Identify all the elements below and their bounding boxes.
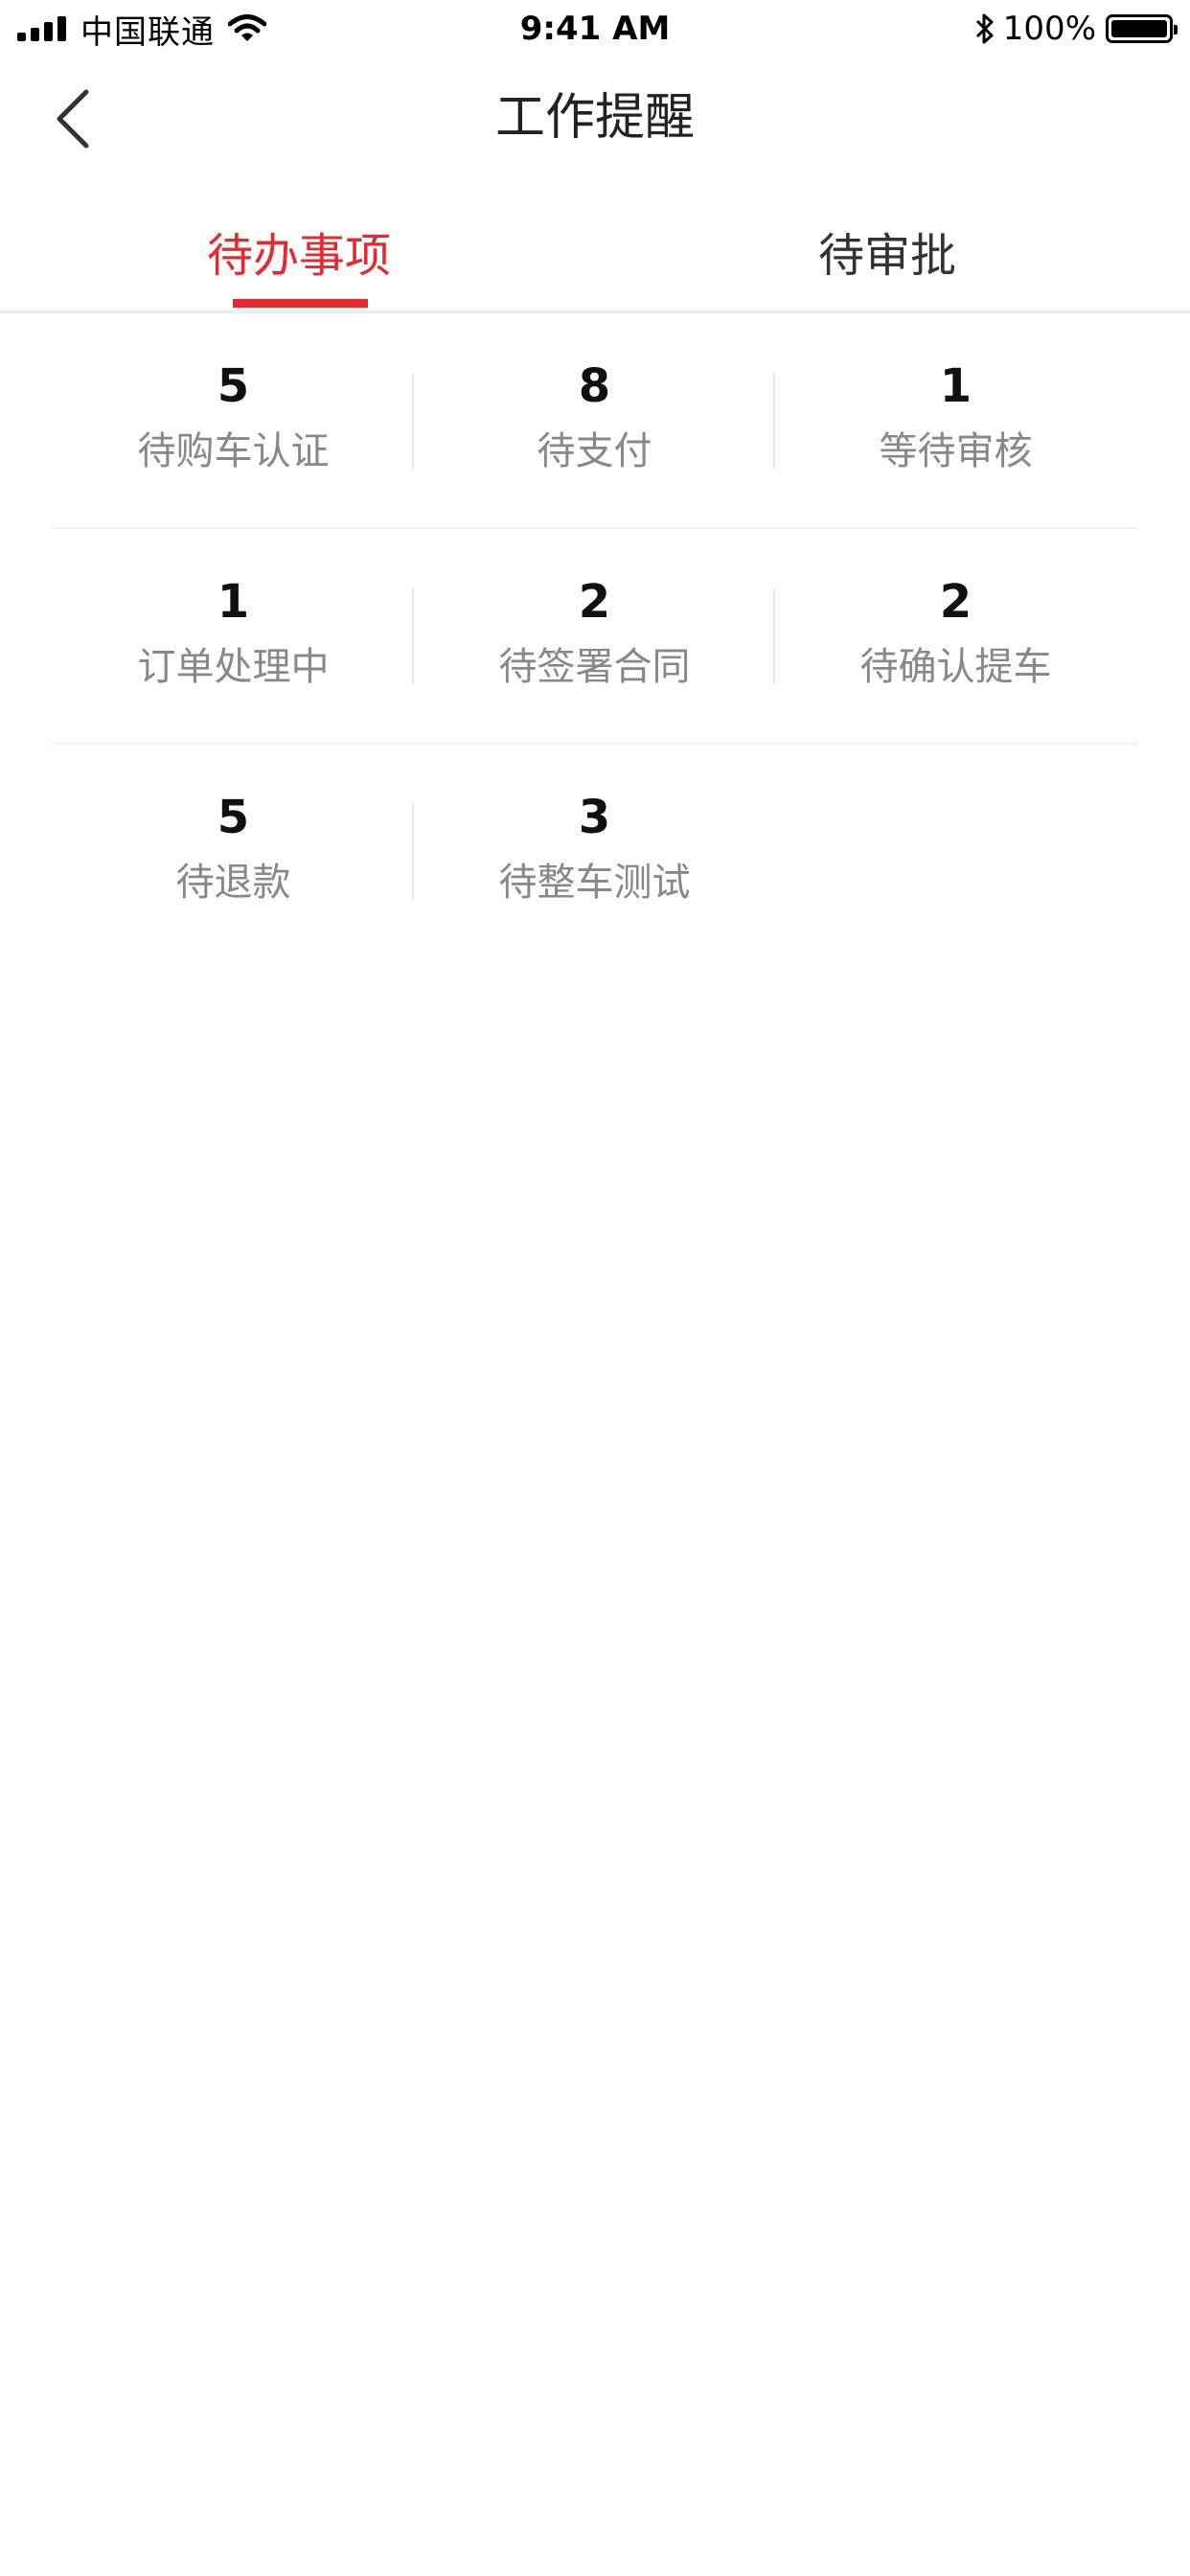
todo-grid: 5 待购车认证 8 待支付 1 等待审核 1 订单处理中 2 待签署合同 2 待…: [53, 313, 1138, 960]
active-tab-indicator: [233, 299, 368, 308]
grid-row: 5 待退款 3 待整车测试: [53, 745, 1138, 960]
todo-item-sign-contract[interactable]: 2 待签署合同: [414, 529, 775, 743]
todo-item-awaiting-review[interactable]: 1 等待审核: [775, 313, 1136, 527]
tab-todo[interactable]: 待办事项: [105, 192, 492, 310]
todo-item-purchase-certification[interactable]: 5 待购车认证: [53, 313, 414, 527]
battery-icon: [1106, 14, 1178, 43]
grid-row: 1 订单处理中 2 待签署合同 2 待确认提车: [53, 529, 1138, 745]
status-bar: 中国联通 9:41 AM 100%: [0, 0, 1190, 58]
battery-percent: 100%: [1002, 10, 1096, 48]
item-count: 1: [217, 575, 250, 629]
item-label: 待支付: [537, 429, 652, 473]
item-count: 3: [578, 791, 611, 844]
item-label: 待确认提车: [859, 645, 1052, 689]
item-label: 待整车测试: [498, 861, 691, 905]
item-label: 待购车认证: [137, 429, 330, 473]
item-count: 5: [217, 791, 250, 844]
grid-row: 5 待购车认证 8 待支付 1 等待审核: [53, 313, 1138, 529]
item-count: 2: [939, 575, 973, 629]
item-count: 5: [217, 359, 250, 413]
item-label: 等待审核: [879, 429, 1033, 473]
todo-item-confirm-pickup[interactable]: 2 待确认提车: [775, 529, 1136, 743]
nav-bar: 工作提醒: [0, 58, 1190, 182]
item-label: 订单处理中: [137, 645, 330, 689]
todo-item-pending-payment[interactable]: 8 待支付: [414, 313, 775, 527]
status-right: 100%: [974, 8, 1178, 50]
item-count: 8: [578, 359, 611, 413]
bluetooth-icon: [975, 13, 994, 44]
todo-item-order-processing[interactable]: 1 订单处理中: [53, 529, 414, 743]
item-label: 待签署合同: [498, 645, 691, 689]
tab-bar: 待办事项 待审批: [0, 192, 1190, 313]
battery-fill: [1111, 20, 1167, 37]
todo-item-vehicle-test[interactable]: 3 待整车测试: [414, 745, 775, 960]
tab-approval[interactable]: 待审批: [694, 192, 1081, 310]
page-title: 工作提醒: [494, 89, 695, 147]
item-label: 待退款: [175, 861, 291, 905]
item-count: 1: [939, 359, 973, 413]
item-count: 2: [578, 575, 611, 629]
todo-item-refund[interactable]: 5 待退款: [53, 745, 414, 960]
